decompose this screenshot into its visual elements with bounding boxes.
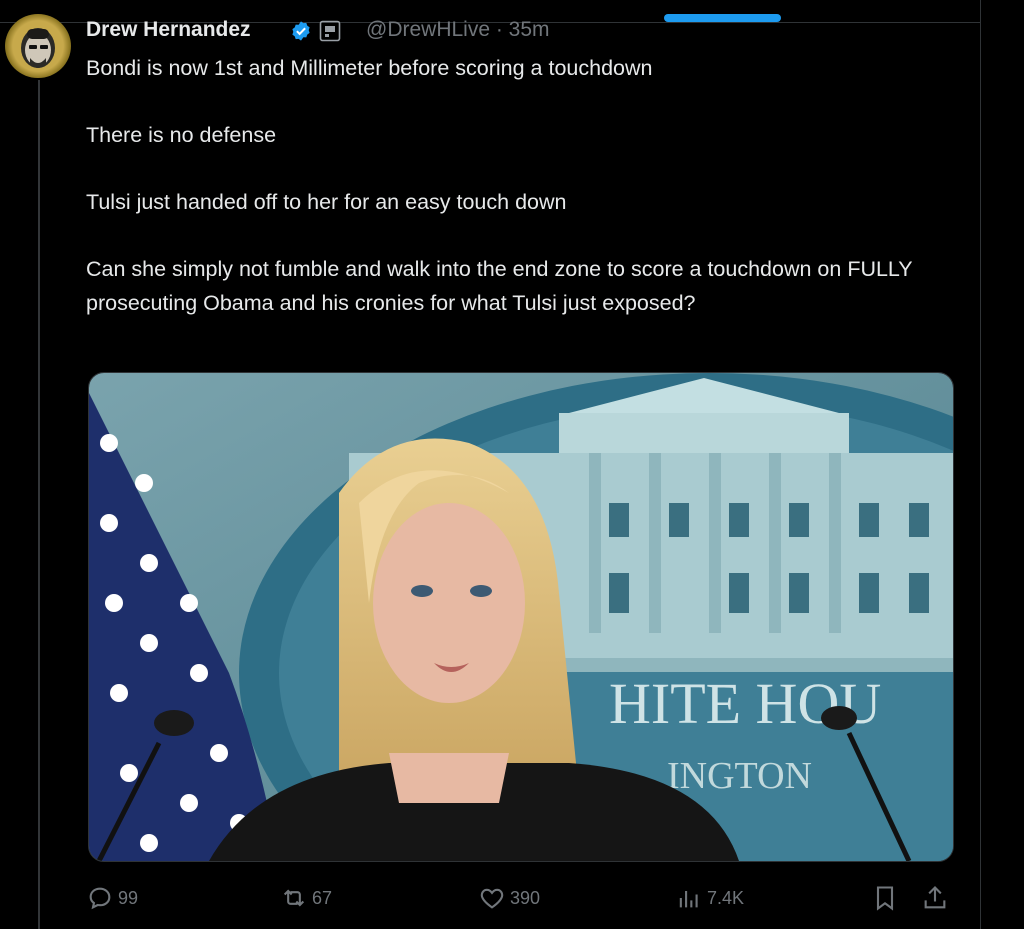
- grok-icon[interactable]: [964, 24, 966, 42]
- heart-icon: [480, 888, 504, 909]
- tweet-paragraph: There is no defense: [86, 123, 277, 147]
- author-handle-time[interactable]: @DrewHLive · 35m: [366, 18, 550, 42]
- repost-count: 67: [312, 887, 333, 908]
- share-icon: [924, 886, 946, 909]
- column-border: [980, 0, 981, 929]
- sign-text-line2: INGTON: [667, 755, 812, 797]
- tweet-paragraph: Can she simply not fumble and walk into …: [86, 257, 913, 315]
- reply-button[interactable]: 99: [86, 880, 138, 916]
- tweet-paragraph: Bondi is now 1st and Millimeter before s…: [86, 56, 653, 80]
- repost-button[interactable]: 67: [280, 880, 332, 916]
- like-button[interactable]: 390: [478, 880, 540, 916]
- tweet-actions: 99 67 390 7.4K: [86, 880, 966, 920]
- tweet-page: Drew Hernandez @DrewHLive · 35m Bondi is…: [0, 0, 1024, 929]
- tweet-image[interactable]: HITE HOU INGTON: [88, 372, 954, 862]
- repost-icon: [283, 889, 305, 907]
- avatar[interactable]: [5, 14, 71, 78]
- author-name[interactable]: Drew Hernandez: [86, 18, 251, 42]
- like-count: 390: [510, 887, 541, 908]
- bookmark-icon: [876, 886, 894, 911]
- bookmark-button[interactable]: [871, 880, 903, 916]
- tweet-paragraph: Tulsi just handed off to her for an easy…: [86, 190, 567, 214]
- views-icon: [679, 891, 698, 908]
- reply-icon: [89, 887, 111, 910]
- tweet-header: Drew Hernandez @DrewHLive · 35m: [86, 14, 966, 42]
- verified-badge-icon: [292, 21, 310, 41]
- views-count: 7.4K: [707, 887, 745, 908]
- reply-count: 99: [118, 887, 139, 908]
- affiliate-badge-icon[interactable]: [319, 20, 341, 42]
- thread-line: [38, 80, 40, 929]
- share-button[interactable]: [921, 880, 953, 916]
- tweet-text: Bondi is now 1st and Millimeter before s…: [86, 52, 966, 320]
- views-button[interactable]: 7.4K: [675, 880, 744, 916]
